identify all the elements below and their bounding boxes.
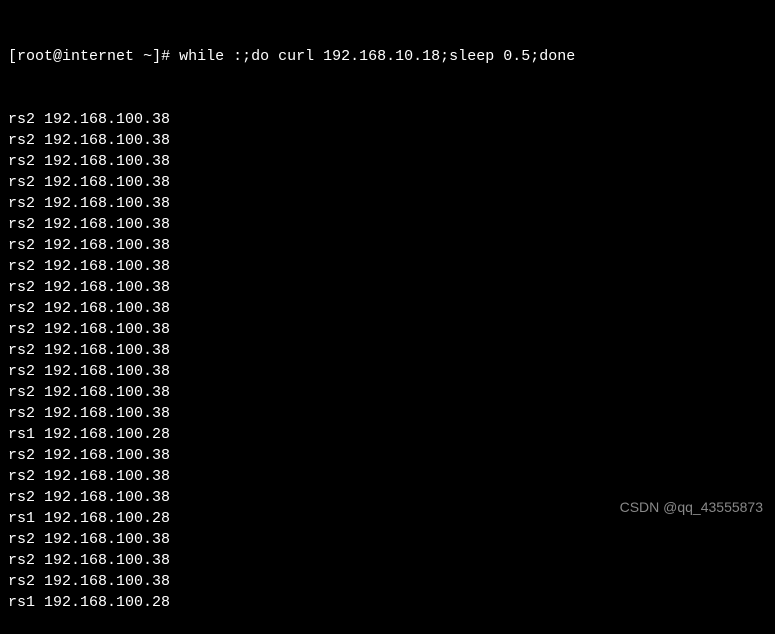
output-line: rs2 192.168.100.38 <box>8 571 767 592</box>
output-line: rs2 192.168.100.38 <box>8 529 767 550</box>
shell-prompt: [root@internet ~]# <box>8 48 170 65</box>
output-line: rs1 192.168.100.28 <box>8 592 767 613</box>
output-line: rs2 192.168.100.38 <box>8 550 767 571</box>
prompt-host: internet <box>62 48 134 65</box>
output-line: rs2 192.168.100.38 <box>8 382 767 403</box>
output-line: rs2 192.168.100.38 <box>8 403 767 424</box>
output-line: rs2 192.168.100.38 <box>8 214 767 235</box>
prompt-path: ~ <box>143 48 152 65</box>
output-line: rs1 192.168.100.28 <box>8 424 767 445</box>
output-line: rs2 192.168.100.38 <box>8 340 767 361</box>
output-line: rs2 192.168.100.38 <box>8 277 767 298</box>
prompt-user: root <box>17 48 53 65</box>
command-output: rs2 192.168.100.38rs2 192.168.100.38rs2 … <box>8 109 767 613</box>
watermark-text: CSDN @qq_43555873 <box>620 498 763 518</box>
prompt-symbol: # <box>161 48 170 65</box>
output-line: rs2 192.168.100.38 <box>8 193 767 214</box>
output-line: rs2 192.168.100.38 <box>8 256 767 277</box>
output-line: rs2 192.168.100.38 <box>8 466 767 487</box>
typed-command: while :;do curl 192.168.10.18;sleep 0.5;… <box>179 48 575 65</box>
output-line: rs2 192.168.100.38 <box>8 151 767 172</box>
output-line: rs2 192.168.100.38 <box>8 319 767 340</box>
output-line: rs2 192.168.100.38 <box>8 235 767 256</box>
output-line: rs2 192.168.100.38 <box>8 172 767 193</box>
output-line: rs2 192.168.100.38 <box>8 298 767 319</box>
output-line: rs2 192.168.100.38 <box>8 109 767 130</box>
output-line: rs2 192.168.100.38 <box>8 130 767 151</box>
command-line: [root@internet ~]# while :;do curl 192.1… <box>8 46 767 67</box>
output-line: rs2 192.168.100.38 <box>8 445 767 466</box>
terminal-window[interactable]: [root@internet ~]# while :;do curl 192.1… <box>8 4 767 634</box>
output-line: rs2 192.168.100.38 <box>8 361 767 382</box>
